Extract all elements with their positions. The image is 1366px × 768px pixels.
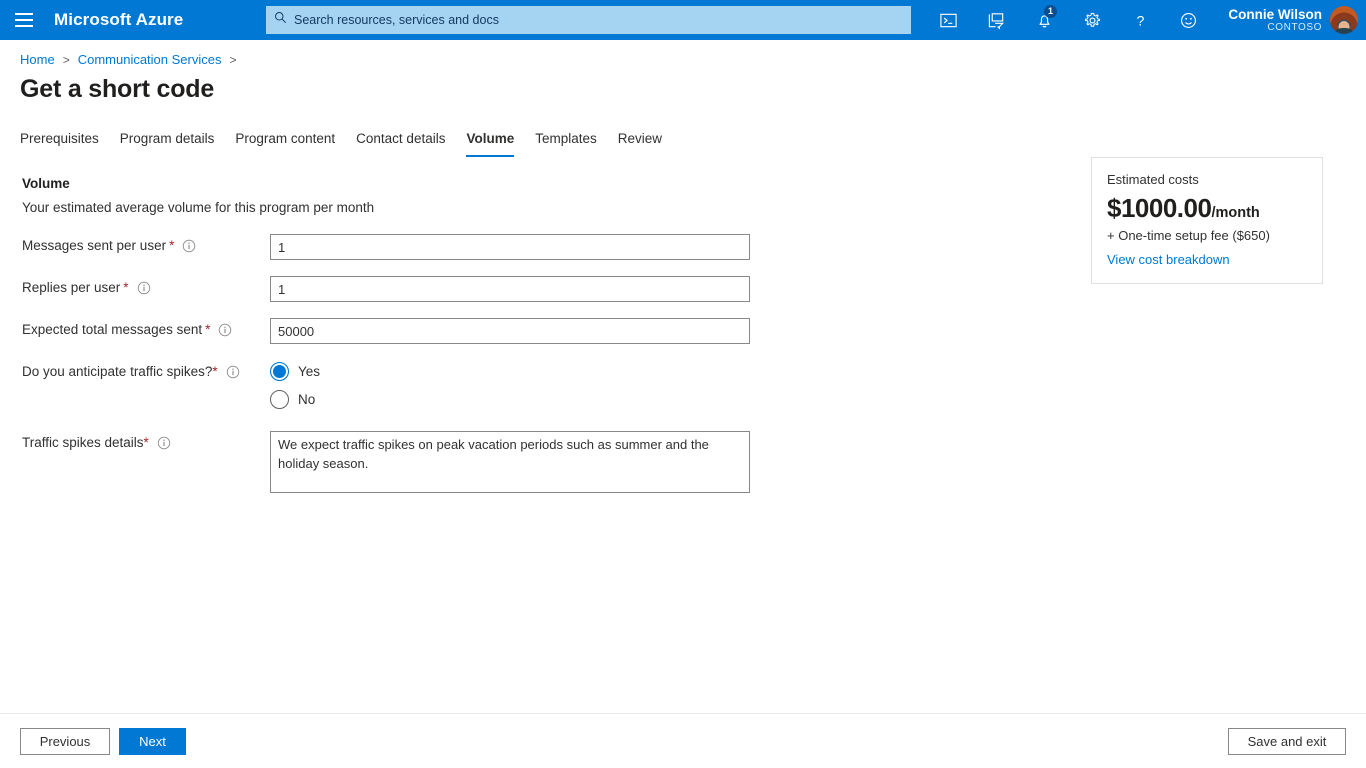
label-traffic-spikes: Do you anticipate traffic spikes? * xyxy=(22,360,270,379)
hamburger-line xyxy=(15,13,33,15)
required-asterisk: * xyxy=(143,435,149,450)
view-cost-breakdown-link[interactable]: View cost breakdown xyxy=(1107,252,1307,267)
radio-option-no[interactable]: No xyxy=(270,390,1366,409)
radio-indicator-no xyxy=(270,390,289,409)
volume-form-content: Volume Your estimated average volume for… xyxy=(0,157,1366,498)
info-icon[interactable] xyxy=(137,281,151,295)
required-asterisk: * xyxy=(212,364,218,379)
feedback-smiley-icon[interactable] xyxy=(1164,0,1212,40)
traffic-spikes-details-textarea[interactable]: We expect traffic spikes on peak vacatio… xyxy=(270,431,750,493)
estimated-costs-price: $1000.00 /month xyxy=(1107,193,1307,224)
previous-button[interactable]: Previous xyxy=(20,728,110,755)
radio-indicator-yes xyxy=(270,362,289,381)
wizard-tab-list: Prerequisites Program details Program co… xyxy=(0,104,1366,157)
label-expected-total-messages-sent: Expected total messages sent * xyxy=(22,318,270,337)
tab-program-details[interactable]: Program details xyxy=(120,131,215,157)
required-asterisk: * xyxy=(169,238,175,253)
user-organization: CONTOSO xyxy=(1267,21,1322,33)
label-text: Do you anticipate traffic spikes? xyxy=(22,364,213,379)
footer-right-actions: Save and exit xyxy=(1228,728,1346,755)
user-name: Connie Wilson xyxy=(1228,6,1322,22)
breadcrumb-item-communication-services[interactable]: Communication Services xyxy=(78,52,222,67)
azure-brand-logo-text[interactable]: Microsoft Azure xyxy=(54,10,183,30)
estimated-costs-title: Estimated costs xyxy=(1107,172,1199,187)
info-icon[interactable] xyxy=(226,365,240,379)
expected-total-messages-sent-input[interactable] xyxy=(270,318,750,344)
label-text: Traffic spikes details xyxy=(22,435,144,450)
tab-templates[interactable]: Templates xyxy=(535,131,597,157)
traffic-spikes-radio-group: Yes No xyxy=(270,360,1366,409)
cloud-shell-icon[interactable] xyxy=(924,0,972,40)
radio-option-yes[interactable]: Yes xyxy=(270,362,1366,381)
estimated-costs-amount: $1000.00 xyxy=(1107,193,1212,223)
control-traffic-spikes: Yes No xyxy=(270,360,1366,409)
breadcrumb: Home > Communication Services > xyxy=(0,40,1366,67)
info-icon[interactable] xyxy=(218,323,232,337)
estimated-costs-period: /month xyxy=(1211,205,1260,221)
replies-per-user-input[interactable] xyxy=(270,276,750,302)
label-text: Messages sent per user xyxy=(22,238,167,253)
tab-program-content[interactable]: Program content xyxy=(235,131,335,157)
search-icon xyxy=(274,11,294,29)
messages-sent-per-user-input[interactable] xyxy=(270,234,750,260)
radio-label-yes: Yes xyxy=(298,364,321,379)
hamburger-menu-icon[interactable] xyxy=(0,0,48,40)
control-expected-total-messages-sent xyxy=(270,318,1366,344)
field-row-traffic-spikes: Do you anticipate traffic spikes? * Yes … xyxy=(22,360,1366,409)
user-account-menu[interactable]: Connie Wilson CONTOSO xyxy=(1228,0,1358,40)
tab-contact-details[interactable]: Contact details xyxy=(356,131,445,157)
info-icon[interactable] xyxy=(157,436,171,450)
chevron-right-icon: > xyxy=(229,52,237,67)
settings-gear-icon[interactable] xyxy=(1068,0,1116,40)
label-replies-per-user: Replies per user * xyxy=(22,276,270,295)
radio-label-no: No xyxy=(298,392,316,407)
label-messages-sent-per-user: Messages sent per user * xyxy=(22,234,270,253)
azure-top-navigation-bar: Microsoft Azure Search resources, servic… xyxy=(0,0,1366,40)
global-search-placeholder: Search resources, services and docs xyxy=(294,13,499,27)
page-body: Home > Communication Services > Get a sh… xyxy=(0,40,1366,498)
label-traffic-spikes-details: Traffic spikes details * xyxy=(22,431,270,450)
next-button[interactable]: Next xyxy=(119,728,186,755)
control-traffic-spikes-details: We expect traffic spikes on peak vacatio… xyxy=(270,431,1366,498)
topbar-icon-group: 1 ? xyxy=(924,0,1212,40)
tab-prerequisites[interactable]: Prerequisites xyxy=(20,131,99,157)
required-asterisk: * xyxy=(123,280,129,295)
field-row-traffic-spikes-details: Traffic spikes details * We expect traff… xyxy=(22,431,1366,498)
tab-review[interactable]: Review xyxy=(618,131,662,157)
help-question-icon[interactable]: ? xyxy=(1116,0,1164,40)
tab-volume[interactable]: Volume xyxy=(466,131,515,157)
hamburger-line xyxy=(15,19,33,21)
global-search-box[interactable]: Search resources, services and docs xyxy=(266,6,911,34)
save-and-exit-button[interactable]: Save and exit xyxy=(1228,728,1346,755)
hamburger-line xyxy=(15,25,33,27)
estimated-costs-card: Estimated costs $1000.00 /month + One-ti… xyxy=(1091,157,1323,284)
user-identity-text: Connie Wilson CONTOSO xyxy=(1228,7,1322,33)
info-icon[interactable] xyxy=(182,239,196,253)
notification-count-badge: 1 xyxy=(1044,5,1057,18)
label-text: Replies per user xyxy=(22,280,121,295)
estimated-costs-setup-fee: + One-time setup fee ($650) xyxy=(1107,228,1270,243)
required-asterisk: * xyxy=(205,322,211,337)
directory-filter-icon[interactable] xyxy=(972,0,1020,40)
wizard-footer-bar: Previous Next Save and exit xyxy=(0,713,1366,768)
field-row-expected-total-messages-sent: Expected total messages sent * xyxy=(22,318,1366,344)
avatar[interactable] xyxy=(1330,6,1358,34)
svg-text:?: ? xyxy=(1136,13,1144,29)
chevron-right-icon: > xyxy=(62,52,70,67)
label-text: Expected total messages sent xyxy=(22,322,203,337)
page-title: Get a short code xyxy=(20,75,215,103)
notifications-bell-icon[interactable]: 1 xyxy=(1020,0,1068,40)
breadcrumb-item-home[interactable]: Home xyxy=(20,52,55,67)
footer-left-actions: Previous Next xyxy=(20,728,186,755)
